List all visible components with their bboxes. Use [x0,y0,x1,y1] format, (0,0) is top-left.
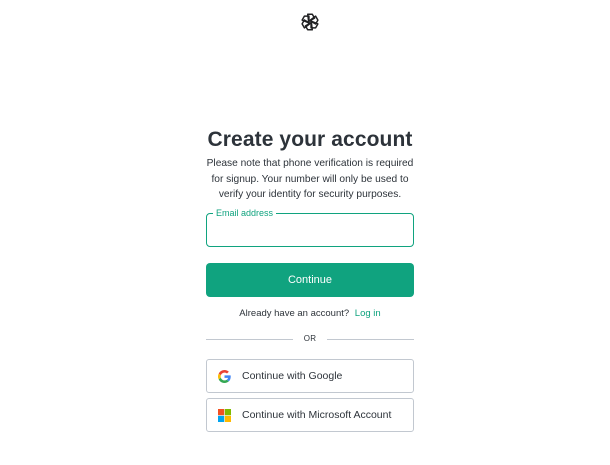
login-link[interactable]: Log in [355,308,381,319]
login-prompt-text: Already have an account? [239,308,350,319]
continue-button[interactable]: Continue [206,263,414,297]
microsoft-icon [218,409,231,422]
microsoft-button-label: Continue with Microsoft Account [242,409,392,421]
phone-verification-note: Please note that phone verification is r… [206,158,414,200]
divider-line-right [327,339,414,340]
email-input[interactable] [207,214,413,246]
signup-page: Create your account Please note that pho… [0,0,610,465]
login-prompt-row: Already have an account? Log in [0,307,610,320]
google-icon [218,370,231,383]
continue-with-google-button[interactable]: Continue with Google [206,359,414,393]
email-field[interactable]: Email address [206,207,414,247]
openai-logo-icon [299,11,321,33]
or-divider: OR [206,333,414,345]
page-title: Create your account [207,128,413,151]
google-button-label: Continue with Google [242,370,343,382]
continue-with-microsoft-button[interactable]: Continue with Microsoft Account [206,398,414,432]
